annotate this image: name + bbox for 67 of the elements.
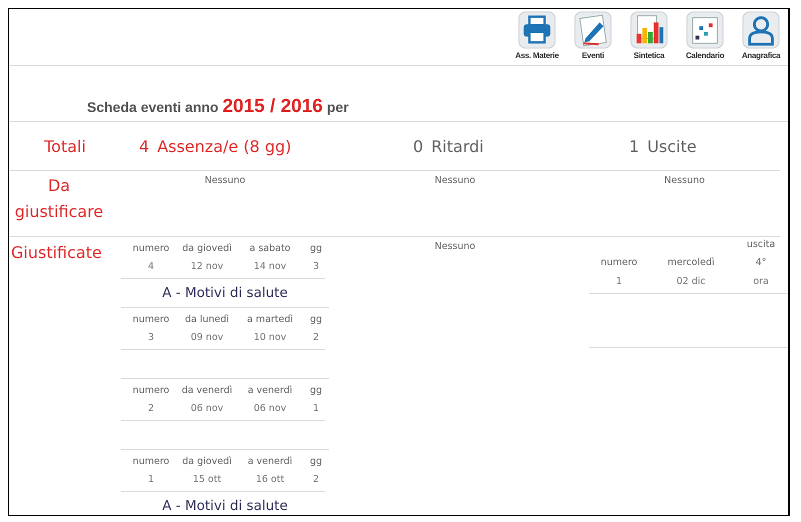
table-cell-text: 12 nov [190, 261, 224, 272]
column-header: da lunedì [184, 314, 230, 325]
calendar-icon [686, 11, 724, 49]
column-header: a martedì [246, 314, 294, 325]
empty-note: Nessuno [664, 175, 705, 186]
table-cell-text: 4 [146, 261, 156, 272]
table-cell-text: 14 nov [252, 261, 288, 272]
table-cell-text: 2 [312, 474, 320, 485]
table-cell-text: 1 [146, 474, 156, 485]
title-text: Scheda eventi anno [87, 99, 218, 115]
printer-icon [518, 11, 556, 49]
toolbar-button[interactable]: Sintetica [622, 9, 676, 65]
absence-total: Assenza/e (8 gg) [157, 136, 292, 156]
table-cell-text: 09 nov [190, 332, 224, 343]
row-label: Giustificate [10, 242, 103, 262]
column-header: da giovedì [181, 456, 233, 467]
column-header: gg [308, 243, 324, 254]
column-header: a sabato [248, 243, 292, 254]
column-header: a venerdì [246, 385, 294, 396]
column-header: numero [132, 456, 170, 467]
column-header: numero [132, 243, 170, 254]
table-cell-text: 3 [146, 332, 156, 343]
absence-count: 4 [139, 136, 150, 156]
table-cell-text: ora [752, 276, 770, 287]
table-cell-text: 2 [312, 332, 320, 343]
bar-chart-icon [630, 11, 668, 49]
table-cell-text: 1 [614, 276, 624, 287]
notepad-pencil-icon [574, 11, 612, 49]
absence-reason: A - Motivi di salute [162, 285, 288, 301]
title-text: per [326, 99, 349, 115]
toolbar-button[interactable]: Ass. Materie [510, 9, 564, 65]
column-header: da venerdì [180, 385, 234, 396]
column-header: uscita [746, 239, 776, 250]
school-year: 2015 / 2016 [222, 96, 323, 118]
table-cell-text: 02 dic [675, 276, 706, 287]
table-cell-text: 10 nov [252, 332, 288, 343]
exit-total: Uscite [647, 136, 697, 156]
toolbar-button[interactable]: Calendario [678, 9, 732, 65]
absence-reason: A - Motivi di salute [162, 498, 288, 514]
table-cell-text: 16 ott [254, 474, 286, 485]
column-header: da giovedì [181, 243, 233, 254]
table-cell-text: 1 [312, 403, 320, 414]
row-label: Da giustificare [14, 175, 104, 223]
empty-note: Nessuno [434, 241, 476, 252]
exit-count: 1 [629, 136, 640, 156]
column-header: a venerdì [246, 456, 294, 467]
column-header: gg [308, 314, 324, 325]
delay-total: Ritardi [431, 136, 484, 156]
toolbar-button[interactable]: Anagrafica [734, 9, 788, 65]
column-header: mercoledì [666, 257, 716, 268]
column-header: gg [308, 385, 324, 396]
column-header: numero [132, 385, 170, 396]
toolbar-button[interactable]: Eventi [566, 9, 620, 65]
delay-count: 0 [413, 136, 424, 156]
table-cell-text: 15 ott [192, 474, 222, 485]
column-header: gg [308, 456, 324, 467]
column-header: numero [132, 314, 170, 325]
table-cell-text: 2 [146, 403, 156, 414]
person-icon [742, 11, 780, 49]
table-cell-text: 06 nov [190, 403, 224, 414]
empty-note: Nessuno [204, 175, 246, 186]
table-cell-text: 06 nov [252, 403, 288, 414]
row-label: Totali [43, 136, 87, 156]
column-header: numero [600, 257, 638, 268]
table-cell-text: 3 [312, 261, 320, 272]
exit-hour: 4° [756, 257, 766, 268]
empty-note: Nessuno [434, 175, 476, 186]
